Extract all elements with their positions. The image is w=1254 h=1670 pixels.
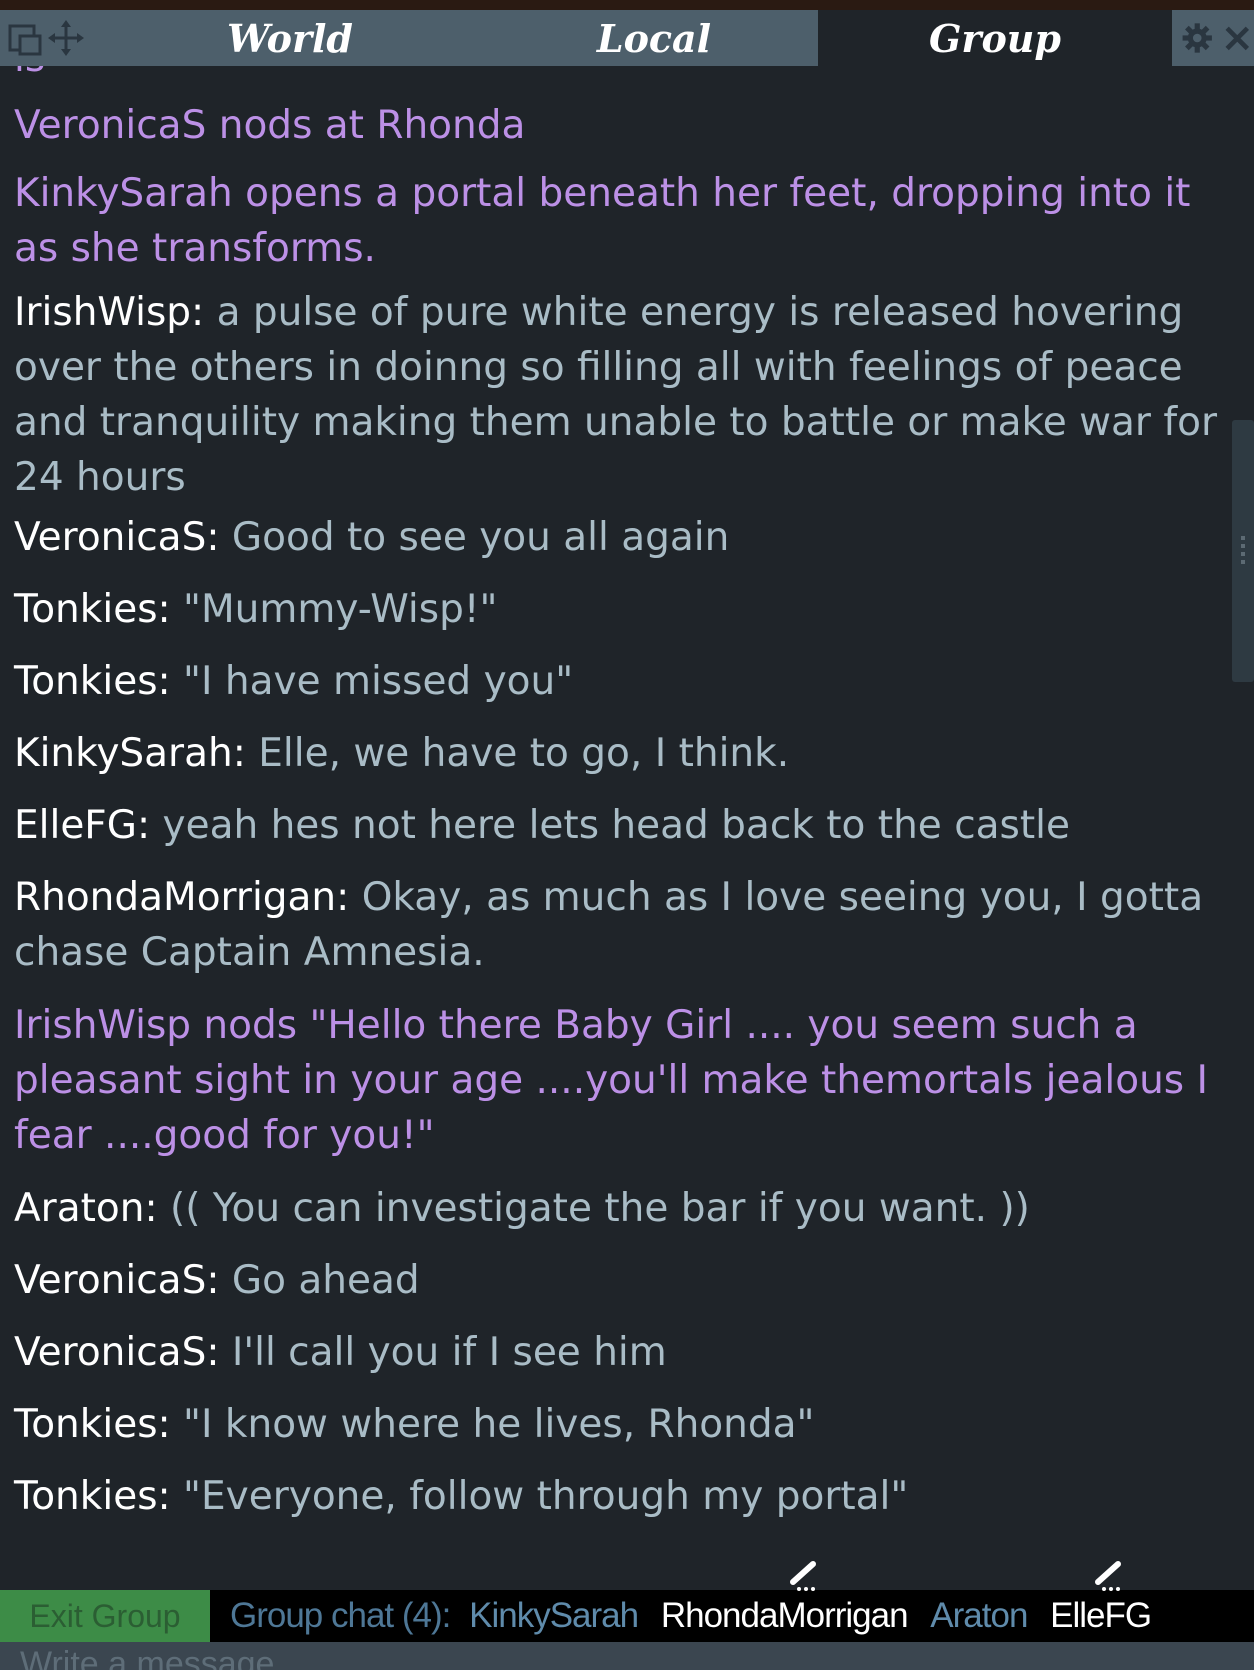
chat-scrollbar[interactable]	[1232, 420, 1254, 682]
window-tools	[0, 10, 90, 66]
chat-message: ElleFG: yeah hes not here lets head back…	[14, 798, 1224, 853]
chat-emote: VeronicaS nods at Rhonda	[14, 98, 1224, 153]
message-text: Elle, we have to go, I think.	[245, 731, 790, 776]
popout-icon[interactable]	[8, 24, 42, 56]
exit-group-button[interactable]: Exit Group	[0, 1590, 210, 1642]
close-icon[interactable]: ×	[1220, 18, 1254, 58]
scrollbar-grip-icon	[1241, 536, 1245, 566]
message-sender[interactable]: VeronicaS:	[14, 1330, 219, 1375]
message-sender[interactable]: Tonkies:	[14, 587, 171, 632]
chat-message: IrishWisp: a pulse of pure white energy …	[14, 285, 1224, 505]
message-sender[interactable]: IrishWisp:	[14, 290, 204, 335]
chat-message: Tonkies: "Everyone, follow through my po…	[14, 1469, 1224, 1524]
tab-world[interactable]: World	[90, 10, 490, 66]
chat-emote: IrishWisp nods "Hello there Baby Girl ..…	[14, 998, 1224, 1163]
chat-message-partial: is	[14, 66, 1224, 86]
window-controls: ×	[1172, 10, 1254, 66]
member-name: ElleFG	[1050, 1596, 1152, 1635]
chat-emote: KinkySarah opens a portal beneath her fe…	[14, 166, 1224, 276]
message-text: yeah hes not here lets head back to the …	[150, 803, 1070, 848]
group-chat-label: Group chat (4):	[230, 1596, 451, 1635]
message-text: IrishWisp nods "Hello there Baby Girl ..…	[14, 1003, 1209, 1158]
message-sender[interactable]: Araton:	[14, 1186, 158, 1231]
chat-message: VeronicaS: I'll call you if I see him	[14, 1325, 1224, 1380]
group-member[interactable]: Araton	[930, 1590, 1028, 1642]
tab-group[interactable]: Group	[818, 10, 1172, 66]
message-text: Go ahead	[219, 1258, 420, 1303]
message-text: "I know where he lives, Rhonda"	[170, 1402, 815, 1447]
chat-message: Tonkies: "I know where he lives, Rhonda"	[14, 1397, 1224, 1452]
group-member[interactable]: RhondaMorrigan	[660, 1561, 909, 1642]
message-input-bar	[0, 1642, 1254, 1670]
chat-message: Araton: (( You can investigate the bar i…	[14, 1181, 1224, 1236]
message-text: KinkySarah opens a portal beneath her fe…	[14, 171, 1191, 271]
message-sender[interactable]: KinkySarah:	[14, 731, 246, 776]
window-tools-icons	[8, 20, 84, 56]
group-member[interactable]: KinkySarah	[469, 1590, 639, 1642]
message-sender[interactable]: ElleFG:	[14, 803, 150, 848]
chat-message: VeronicaS: Go ahead	[14, 1253, 1224, 1308]
chat-message: VeronicaS: Good to see you all again	[14, 510, 1224, 565]
message-text: is	[14, 66, 45, 81]
chat-log[interactable]: is VeronicaS nods at Rhonda KinkySarah o…	[0, 66, 1230, 1590]
chat-message: Tonkies: "I have missed you"	[14, 654, 1224, 709]
message-text: "I have missed you"	[170, 659, 574, 704]
window-top-strip	[0, 0, 1254, 10]
group-member[interactable]: ElleFG	[1050, 1561, 1152, 1642]
tab-local[interactable]: Local	[490, 10, 818, 66]
message-text: "Everyone, follow through my portal"	[170, 1474, 909, 1519]
chat-message: RhondaMorrigan: Okay, as much as I love …	[14, 870, 1224, 980]
message-text: VeronicaS nods at Rhonda	[14, 103, 526, 148]
typing-pencil-icon	[1095, 1561, 1122, 1591]
message-text: I'll call you if I see him	[219, 1330, 667, 1375]
message-sender[interactable]: VeronicaS:	[14, 1258, 219, 1303]
message-sender[interactable]: VeronicaS:	[14, 515, 219, 560]
message-input[interactable]	[0, 1644, 620, 1670]
message-sender[interactable]: RhondaMorrigan:	[14, 875, 349, 920]
message-text: "Mummy-Wisp!"	[170, 587, 498, 632]
message-sender[interactable]: Tonkies:	[14, 1402, 171, 1447]
chat-message: KinkySarah: Elle, we have to go, I think…	[14, 726, 1224, 781]
message-text: (( You can investigate the bar if you wa…	[157, 1186, 1030, 1231]
message-sender[interactable]: Tonkies:	[14, 1474, 171, 1519]
member-name: KinkySarah	[469, 1596, 639, 1635]
message-text: Good to see you all again	[219, 515, 730, 560]
typing-pencil-icon	[789, 1561, 816, 1591]
gear-icon[interactable]	[1180, 18, 1214, 58]
group-members: Group chat (4): KinkySarah RhondaMorriga…	[230, 1561, 1165, 1642]
move-icon[interactable]	[48, 20, 84, 56]
member-name: RhondaMorrigan	[660, 1596, 909, 1635]
message-sender[interactable]: Tonkies:	[14, 659, 171, 704]
member-name: Araton	[930, 1596, 1028, 1635]
chat-message: Tonkies: "Mummy-Wisp!"	[14, 582, 1224, 637]
